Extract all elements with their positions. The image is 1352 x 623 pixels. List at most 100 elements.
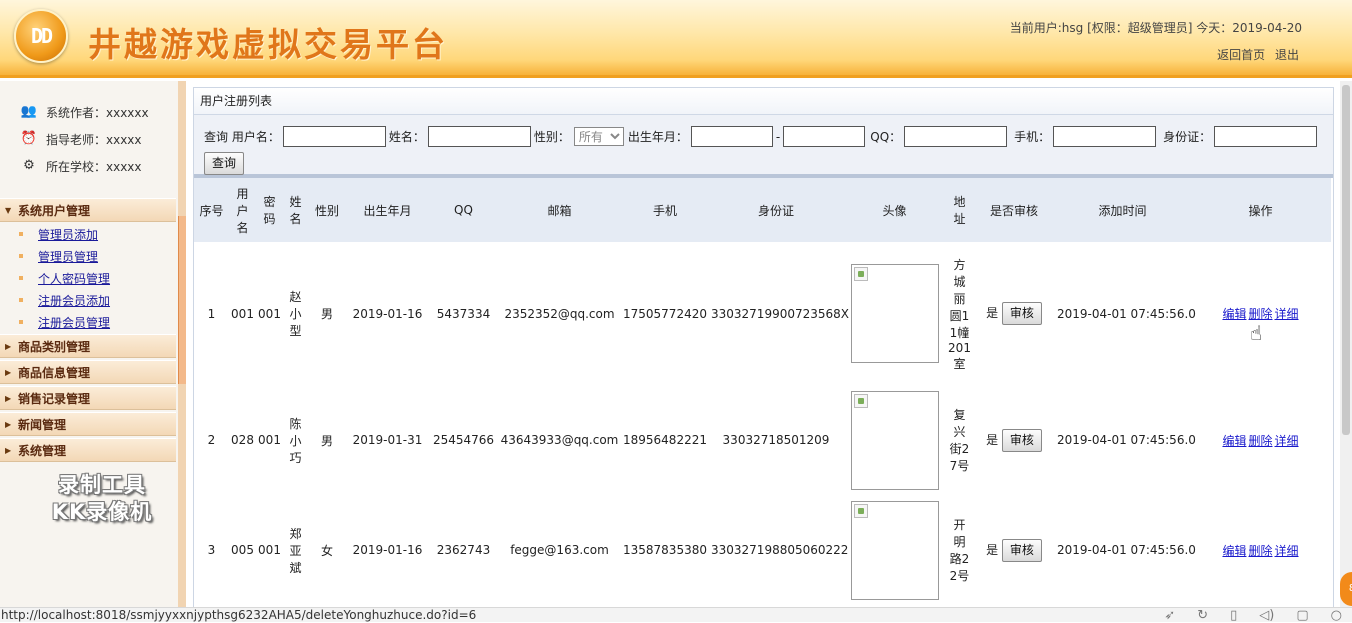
- search-form: 查询 用户名： 姓名： 性别： 所有 出生年月： - QQ： 手机： 身份证： …: [194, 115, 1333, 178]
- cell-ops: 编辑 删除 详细: [1190, 242, 1331, 385]
- status-icons: ➶ ↻ ▯ ◁) ▢ ○: [1164, 608, 1342, 623]
- rocket-icon[interactable]: ➶: [1164, 608, 1175, 623]
- idcard-label: 身份证：: [1163, 130, 1212, 144]
- col-header: 地址: [946, 178, 973, 242]
- search-row: 查询 用户名： 姓名： 性别： 所有 出生年月： - QQ： 手机： 身份证：: [204, 126, 1320, 147]
- cell-idcard: 33032719900723568X: [711, 306, 850, 321]
- chevron-right-icon: ▶: [5, 342, 12, 351]
- recorder-watermark: 录制工具 KK录像机: [51, 473, 153, 524]
- menu-group-news[interactable]: ▶ 新闻管理: [0, 412, 176, 436]
- window-icon[interactable]: ▢: [1296, 608, 1308, 623]
- cell-no: 2: [207, 433, 216, 447]
- menu-item-password[interactable]: 个人密码管理: [38, 270, 110, 287]
- menu-group-products[interactable]: ▶ 商品信息管理: [0, 360, 176, 384]
- username-label: 用户名：: [231, 130, 280, 144]
- audit-button[interactable]: 审核: [1001, 538, 1042, 562]
- bullet-icon: [19, 232, 23, 236]
- phone-input[interactable]: [1053, 126, 1157, 147]
- col-header: 头像: [843, 178, 946, 242]
- sidebar-collapse-handle[interactable]: [178, 216, 186, 384]
- cell-time: 2019-04-01 07:45:56.0: [1057, 433, 1196, 447]
- col-header: 添加时间: [1055, 178, 1190, 242]
- chevron-right-icon: ▶: [5, 368, 12, 377]
- idcard-input[interactable]: [1214, 126, 1318, 147]
- table-row: 3 005 001 郑亚斌 女 2019-01-16 2362743 fegge…: [194, 495, 1331, 605]
- cell-qq: 2362743: [436, 543, 491, 557]
- col-header: 用户名: [229, 178, 256, 242]
- cell-gender: 男: [320, 433, 333, 448]
- edit-link[interactable]: 编辑: [1222, 307, 1246, 321]
- panel-title: 用户注册列表: [194, 88, 1333, 115]
- edit-link[interactable]: 编辑: [1222, 434, 1246, 448]
- detail-link[interactable]: 详细: [1275, 434, 1299, 448]
- cell-birth: 2019-01-16: [352, 543, 423, 557]
- avatar: [850, 500, 939, 600]
- bullet-icon: [19, 298, 23, 302]
- name-input[interactable]: [427, 126, 531, 147]
- home-link[interactable]: 返回首页: [1217, 48, 1265, 62]
- cell-phone: 17505772420: [623, 306, 707, 321]
- cell-approved: 是 审核: [973, 385, 1055, 495]
- cell-gender: 男: [320, 307, 333, 321]
- cell-phone: 13587835380: [623, 543, 707, 557]
- gender-label: 性别：: [533, 130, 570, 144]
- detail-link[interactable]: 详细: [1275, 544, 1299, 558]
- trash-icon[interactable]: ▯: [1230, 608, 1237, 623]
- cell-gender: 女: [320, 543, 333, 558]
- bullet-icon: [19, 320, 23, 324]
- school-info: ⚙ 所在学校：xxxxx: [20, 157, 141, 175]
- cell-idcard: 33032718501209: [722, 433, 830, 447]
- menu-group-system[interactable]: ▶ 系统管理: [0, 438, 176, 462]
- broken-image-icon: [853, 267, 868, 281]
- menu-item-member-add[interactable]: 注册会员添加: [38, 292, 110, 309]
- audit-button[interactable]: 审核: [1001, 302, 1042, 325]
- cell-time: 2019-04-01 07:45:56.0: [1057, 306, 1196, 321]
- cell-email: 43643933@qq.com: [500, 433, 619, 447]
- delete-link[interactable]: 删除: [1248, 434, 1272, 448]
- delete-link[interactable]: 删除: [1248, 307, 1272, 321]
- cell-name: 郑亚斌: [289, 526, 302, 575]
- cell-phone: 18956482221: [623, 433, 707, 447]
- scroll-thumb[interactable]: [1342, 85, 1350, 435]
- col-header: 邮箱: [498, 178, 621, 242]
- refresh-icon[interactable]: ↻: [1197, 608, 1208, 623]
- logout-link[interactable]: 退出: [1275, 48, 1299, 62]
- birth-end-input[interactable]: [783, 126, 866, 147]
- detail-link[interactable]: 详细: [1275, 307, 1299, 321]
- col-header: 出生年月: [346, 178, 429, 242]
- cell-approved: 是 审核: [973, 495, 1055, 605]
- table-row: 1 001 001 赵小型 男 2019-01-16 5437334 23523…: [194, 242, 1331, 385]
- cell-ops: 编辑 删除 详细: [1190, 385, 1331, 495]
- qq-input[interactable]: [904, 126, 1008, 147]
- school-icon: ⚙: [23, 158, 35, 173]
- menu-group-categories[interactable]: ▶ 商品类别管理: [0, 334, 176, 358]
- search-button[interactable]: 查询: [204, 152, 245, 175]
- floating-badge[interactable]: 8: [1340, 572, 1352, 606]
- browser-statusbar: http://localhost:8018/ssmjyyxxnjypthsg62…: [0, 607, 1352, 623]
- bullet-icon: [19, 254, 23, 258]
- username-input[interactable]: [282, 126, 386, 147]
- sound-icon[interactable]: ◁): [1259, 608, 1274, 623]
- cell-avatar: [843, 495, 946, 605]
- delete-link[interactable]: 删除: [1248, 544, 1272, 558]
- cell-qq: 25454766: [432, 433, 495, 447]
- gender-select[interactable]: 所有: [573, 127, 624, 146]
- edit-link[interactable]: 编辑: [1222, 544, 1246, 558]
- audit-button[interactable]: 审核: [1001, 428, 1042, 452]
- app-header: DD 井越游戏虚拟交易平台 当前用户:hsg [权限：超级管理员] 今天：201…: [0, 0, 1352, 78]
- name-label: 姓名：: [388, 130, 425, 144]
- zoom-icon[interactable]: ○: [1331, 608, 1342, 623]
- cell-username: 001: [231, 306, 254, 321]
- menu-item-member-manage[interactable]: 注册会员管理: [38, 314, 110, 331]
- table-header-row: 序号 用户名 密码 姓名 性别 出生年月 QQ 邮箱 手机 身份证 头像 地址 …: [194, 178, 1331, 242]
- menu-group-sales[interactable]: ▶ 销售记录管理: [0, 386, 176, 410]
- col-header: 手机: [621, 178, 709, 242]
- birth-start-input[interactable]: [690, 126, 773, 147]
- menu-item-admin-add[interactable]: 管理员添加: [38, 226, 98, 243]
- cell-username: 005: [231, 543, 254, 557]
- cell-password: 001: [258, 543, 281, 557]
- menu-group-system-users[interactable]: ▼ 系统用户管理: [0, 198, 176, 222]
- page-scrollbar[interactable]: [1340, 81, 1352, 607]
- menu-item-admin-manage[interactable]: 管理员管理: [38, 248, 98, 265]
- main-panel: 用户注册列表 查询 用户名： 姓名： 性别： 所有 出生年月： - QQ： 手机…: [193, 87, 1334, 609]
